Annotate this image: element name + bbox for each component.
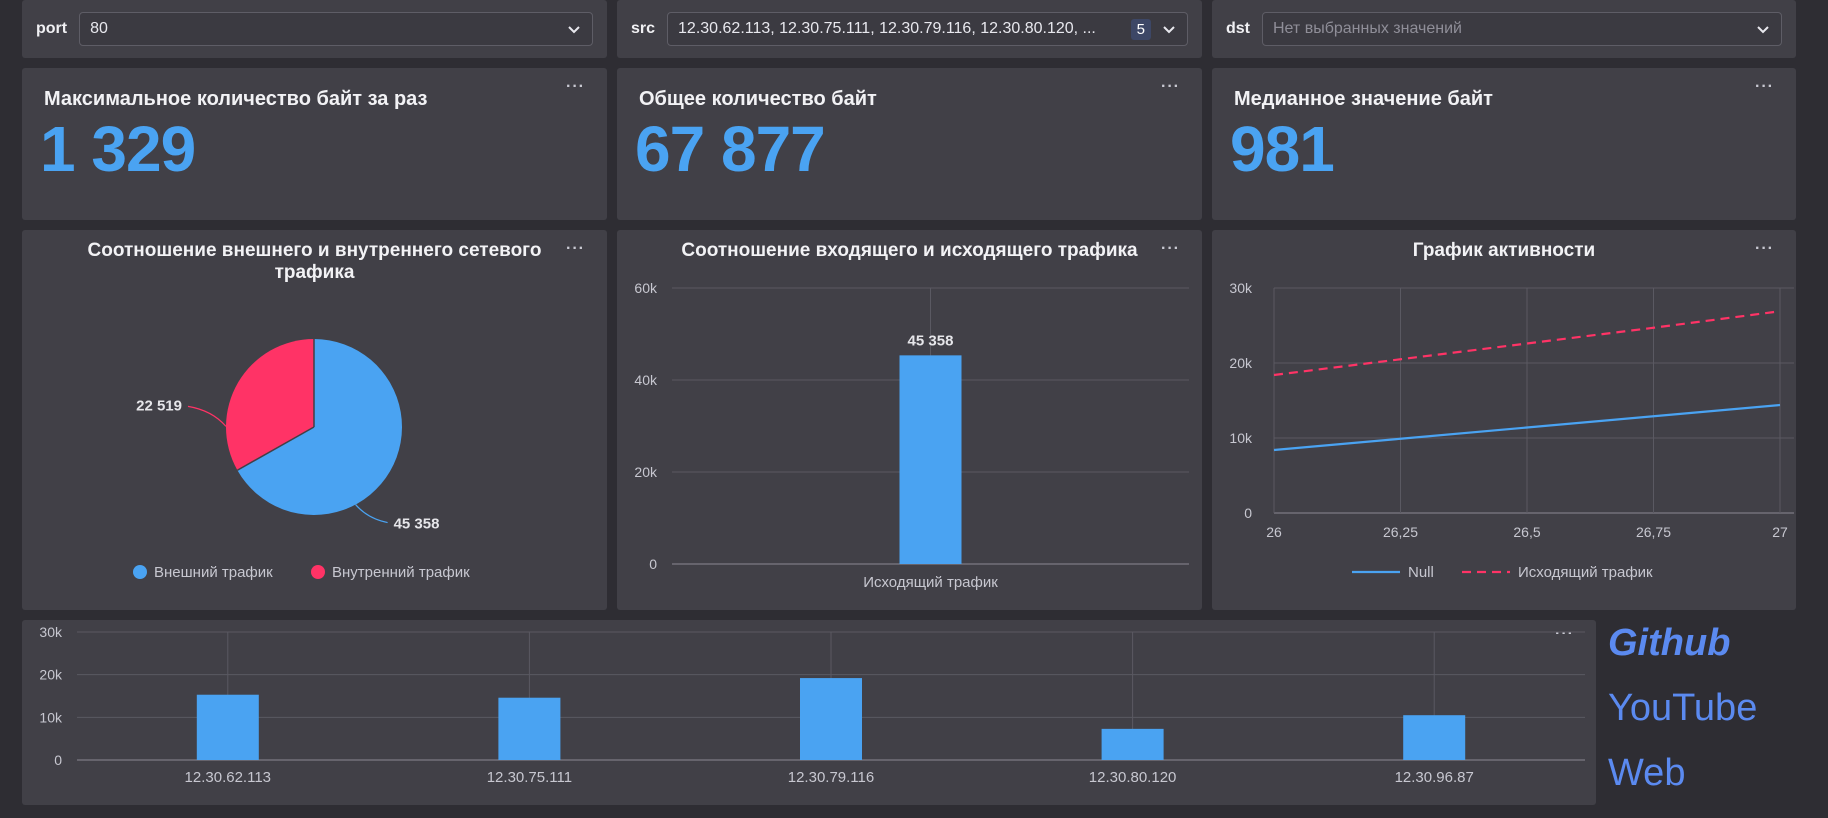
x-tick-label: 12.30.62.113 [185, 769, 271, 786]
github-link[interactable]: Github [1608, 622, 1730, 665]
kpi-title: Общее количество байт [639, 88, 877, 110]
bar [800, 678, 862, 760]
kpi-median-bytes: ··· Медианное значение байт 981 [1212, 68, 1796, 220]
y-tick-label: 30k [39, 624, 63, 640]
bar [899, 355, 962, 564]
filter-src: src 12.30.62.113, 12.30.75.111, 12.30.79… [617, 0, 1202, 58]
y-tick-label: 0 [649, 556, 657, 572]
pie-leader-line [355, 504, 388, 524]
dst-select-placeholder: Нет выбранных значений [1273, 20, 1462, 37]
legend-label: Null [1408, 564, 1434, 581]
line-chart-panel: ··· График активности 0 10k 20k 30k 26 26,25 2… [1212, 230, 1796, 610]
y-tick-label: 20k [634, 464, 658, 480]
src-bar-chart-panel: ··· 0 10k 20k 30k 12.30.62.113 12.30.75.111 12… [22, 620, 1596, 805]
src-select-value: 12.30.62.113, 12.30.75.111, 12.30.79.116… [678, 20, 1096, 37]
legend-label: Исходящий трафик [1518, 564, 1653, 581]
src-select[interactable]: 12.30.62.113, 12.30.75.111, 12.30.79.116… [667, 12, 1188, 46]
y-tick-label: 40k [634, 372, 658, 388]
kpi-value: 981 [1230, 113, 1335, 185]
filter-label-dst: dst [1226, 20, 1250, 37]
pie-chart: 45 358 22 519 Внешний трафик Внутренний тра… [133, 339, 470, 581]
y-tick-label: 30k [1229, 280, 1253, 296]
src-bar-chart: 0 10k 20k 30k 12.30.62.113 12.30.75.111 12.30.… [39, 624, 1585, 786]
x-tick-label: 12.30.75.111 [487, 769, 572, 786]
pie-data-label: 45 358 [394, 516, 440, 533]
bar [1403, 715, 1466, 760]
x-tick-label: 26 [1266, 524, 1282, 540]
kpi-title: Максимальное количество байт за раз [44, 88, 428, 110]
pie-chart-panel: ··· Соотношение внешнего и внутреннего с… [22, 230, 607, 610]
filter-label-port: port [36, 20, 68, 37]
legend-label: Внешний трафик [154, 564, 273, 581]
y-tick-label: 10k [1229, 430, 1253, 446]
port-select-value: 80 [90, 20, 108, 37]
more-menu-icon[interactable]: ··· [566, 78, 585, 96]
y-tick-label: 0 [54, 752, 62, 768]
web-link[interactable]: Web [1608, 752, 1685, 795]
bar [1101, 728, 1164, 760]
bar [498, 697, 561, 760]
y-tick-label: 20k [39, 667, 63, 683]
kpi-total-bytes: ··· Общее количество байт 67 877 [617, 68, 1202, 220]
filter-port: port 80 [22, 0, 607, 58]
chevron-down-icon[interactable] [566, 21, 582, 37]
legend-marker [133, 565, 147, 579]
filter-label-src: src [631, 20, 656, 37]
x-tick-label: 12.30.79.116 [788, 769, 874, 786]
more-menu-icon[interactable]: ··· [1755, 78, 1774, 96]
bar-data-label: 45 358 [908, 332, 954, 349]
kpi-max-bytes: ··· Максимальное количество байт за раз … [22, 68, 607, 220]
x-tick-label: 26,5 [1513, 524, 1540, 540]
chevron-down-icon[interactable] [1161, 21, 1177, 37]
kpi-value: 67 877 [635, 113, 826, 185]
more-menu-icon[interactable]: ··· [1161, 78, 1180, 96]
x-tick-label: 26,25 [1383, 524, 1418, 540]
legend-marker [311, 565, 325, 579]
filter-dst: dst Нет выбранных значений [1212, 0, 1796, 58]
pie-leader-line [187, 405, 227, 427]
bar [196, 694, 259, 760]
legend-label: Внутренний трафик [332, 564, 470, 581]
x-tick-label: 27 [1772, 524, 1788, 540]
selected-count-badge: 5 [1130, 18, 1151, 40]
x-tick-label: 26,75 [1636, 524, 1671, 540]
x-tick-label: 12.30.80.120 [1089, 769, 1177, 786]
y-tick-label: 60k [634, 280, 658, 296]
kpi-value: 1 329 [40, 113, 196, 185]
y-tick-label: 20k [1229, 355, 1253, 371]
x-tick-label: Исходящий трафик [863, 574, 998, 591]
pie-data-label: 22 519 [136, 397, 182, 414]
bar-chart: 0 20k 40k 60k 45 358 Исходящий трафик [634, 280, 1189, 591]
y-tick-label: 0 [1244, 505, 1252, 521]
line-chart: 0 10k 20k 30k 26 26,25 26,5 26,75 27 Null Исходящи… [1229, 280, 1794, 581]
youtube-link[interactable]: YouTube [1608, 687, 1757, 730]
chevron-down-icon[interactable] [1755, 21, 1771, 37]
x-tick-label: 12.30.96.87 [1395, 769, 1474, 786]
bar-chart-panel: ··· Соотношение входящего и исходящего т… [617, 230, 1202, 610]
port-select[interactable]: 80 [79, 12, 593, 46]
y-tick-label: 10k [39, 709, 63, 725]
dst-select[interactable]: Нет выбранных значений [1262, 12, 1782, 46]
kpi-title: Медианное значение байт [1234, 88, 1493, 110]
